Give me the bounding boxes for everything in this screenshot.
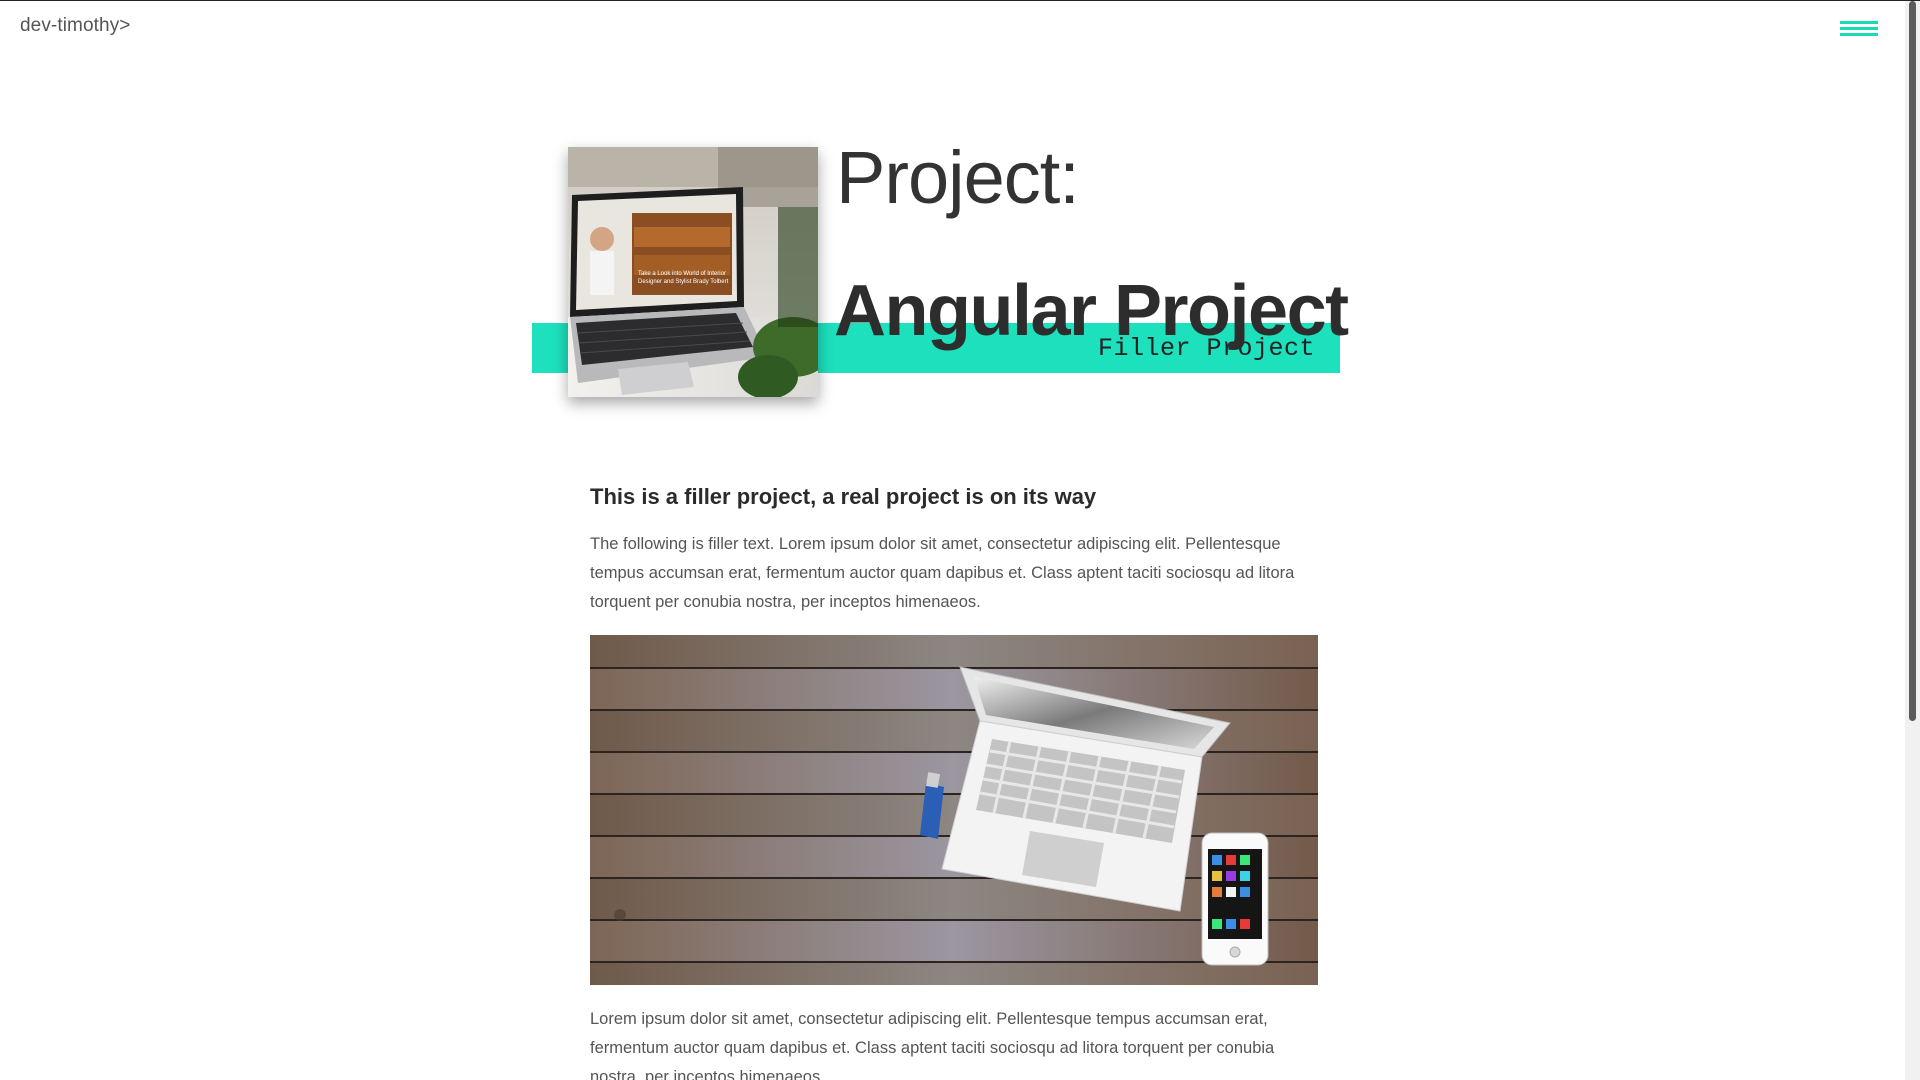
article-content: This is a filler project, a real project…: [590, 483, 1318, 1080]
laptop-thumbnail-image: Take a Look into World of Interior Desig…: [568, 147, 818, 397]
article-image: [590, 634, 1318, 985]
scrollbar-thumb[interactable]: [1909, 1, 1916, 721]
svg-text:Designer and Stylist Brady Tol: Designer and Stylist Brady Tolbert: [638, 279, 729, 285]
menu-line: [1840, 27, 1878, 30]
page-scrollbar[interactable]: [1905, 1, 1920, 1080]
article-paragraph: The following is filler text. Lorem ipsu…: [590, 534, 1295, 611]
article-paragraph-2: Lorem ipsum dolor sit amet, consectetur …: [590, 1009, 1275, 1080]
menu-line: [1840, 33, 1878, 36]
article-heading: This is a filler project, a real project…: [590, 484, 1097, 509]
project-thumbnail: Take a Look into World of Interior Desig…: [568, 147, 818, 397]
project-label: Project:: [836, 136, 1080, 219]
svg-text:Take a Look into World of Inte: Take a Look into World of Interior: [638, 271, 726, 277]
brand-logo-link[interactable]: dev-timothy>: [20, 15, 131, 37]
page-title: Angular Project: [834, 271, 1349, 352]
hamburger-menu-icon[interactable]: [1840, 19, 1878, 37]
desk-workspace-image: [590, 634, 1318, 985]
page-viewport: dev-timothy> Filler Project Take a Look …: [0, 1, 1905, 1080]
menu-line: [1840, 21, 1878, 24]
